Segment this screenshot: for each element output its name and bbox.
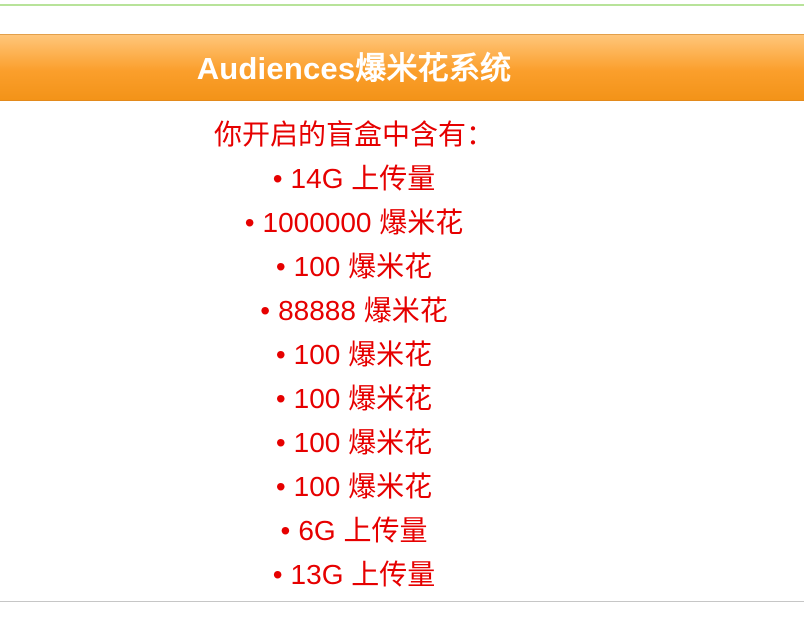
bullet-icon: • [275, 427, 286, 458]
reward-item: • 1000000 爆米花 [0, 201, 708, 245]
reward-item: • 100 爆米花 [0, 333, 708, 377]
reward-item-label: 100 爆米花 [293, 427, 433, 458]
panel-header: Audiences爆米花系统 [0, 35, 804, 101]
result-intro: 你开启的盲盒中含有： [213, 119, 494, 150]
bullet-icon: • [275, 339, 286, 370]
bullet-icon: • [272, 163, 283, 194]
reward-item: • 14G 上传量 [0, 157, 708, 201]
reward-item: • 100 爆米花 [0, 245, 708, 289]
bullet-icon: • [280, 515, 291, 546]
reward-item-label: 1000000 爆米花 [262, 207, 464, 238]
reward-item: • 88888 爆米花 [0, 289, 708, 333]
bullet-icon: • [272, 559, 283, 590]
reward-item: • 100 爆米花 [0, 465, 708, 509]
panel-body: 你开启的盲盒中含有： • 14G 上传量 • 1000000 爆米花 • 100 爆米… [0, 101, 708, 597]
reward-item-label: 100 爆米花 [293, 383, 433, 414]
bullet-icon: • [275, 383, 286, 414]
reward-item: • 100 爆米花 [0, 377, 708, 421]
reward-item-label: 100 爆米花 [293, 251, 433, 282]
panel-title: Audiences爆米花系统 [196, 51, 512, 86]
top-divider [0, 4, 804, 6]
reward-item-label: 14G 上传量 [290, 163, 436, 194]
popcorn-panel: Audiences爆米花系统 你开启的盲盒中含有： • 14G 上传量 • 1000… [0, 34, 804, 602]
reward-item: • 6G 上传量 [0, 509, 708, 553]
reward-item-label: 6G 上传量 [298, 515, 428, 546]
reward-item-label: 100 爆米花 [293, 339, 433, 370]
bullet-icon: • [275, 471, 286, 502]
reward-list: • 14G 上传量 • 1000000 爆米花 • 100 爆米花 • 88888 爆米… [0, 157, 708, 597]
reward-item-label: 13G 上传量 [290, 559, 436, 590]
bullet-icon: • [244, 207, 255, 238]
reward-item: • 13G 上传量 [0, 553, 708, 597]
bullet-icon: • [275, 251, 286, 282]
reward-item-label: 100 爆米花 [293, 471, 433, 502]
bullet-icon: • [260, 295, 271, 326]
reward-item-label: 88888 爆米花 [278, 295, 448, 326]
reward-item: • 100 爆米花 [0, 421, 708, 465]
